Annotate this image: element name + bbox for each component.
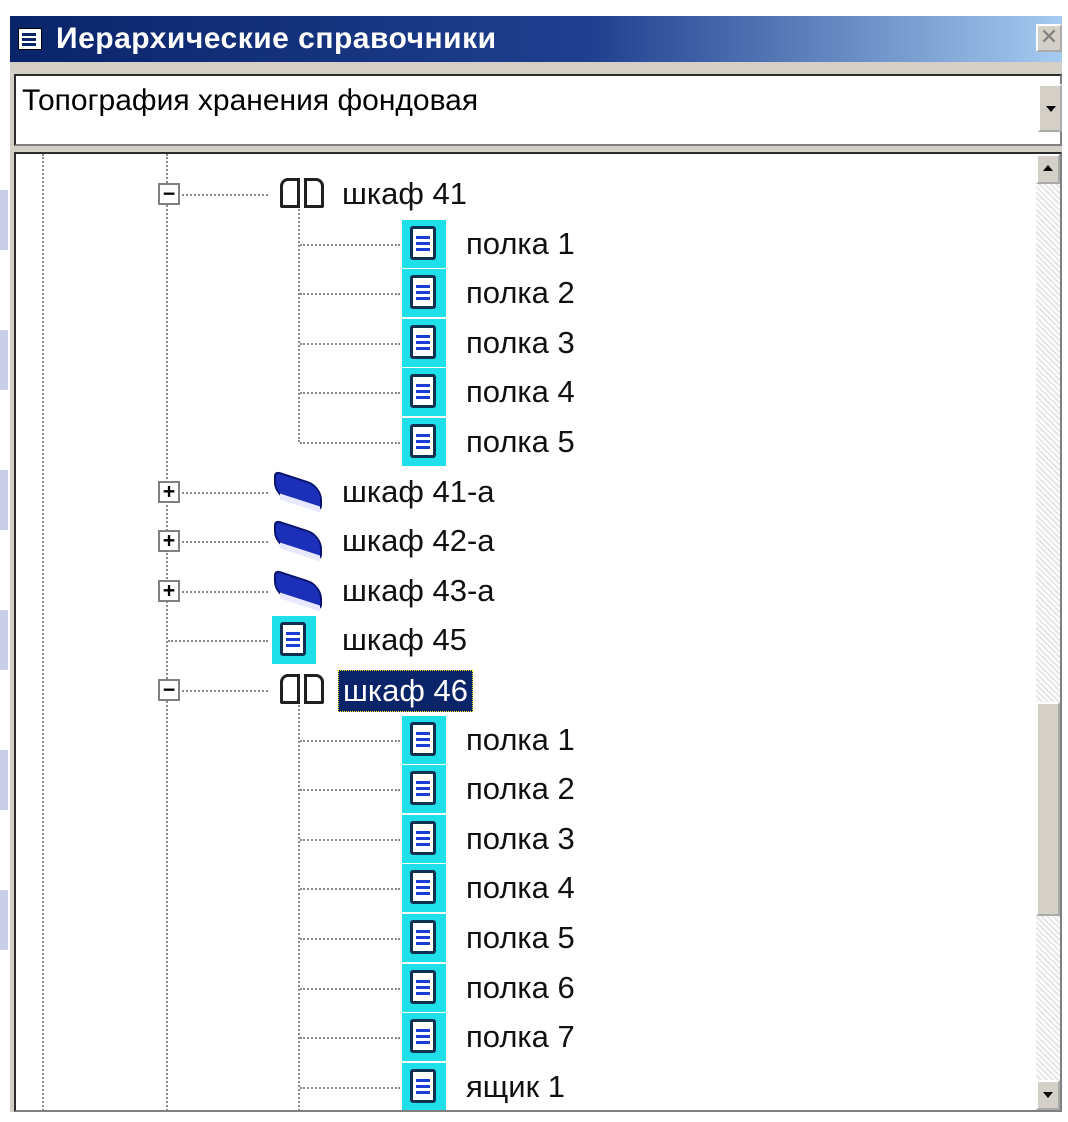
document-icon bbox=[402, 219, 446, 268]
tree-line bbox=[300, 888, 400, 891]
document-icon bbox=[402, 765, 446, 814]
directory-combobox[interactable]: Топография хранения фондовая bbox=[14, 74, 1062, 146]
document-icon bbox=[402, 418, 446, 466]
tree-line bbox=[178, 491, 268, 494]
document-icon bbox=[402, 1062, 446, 1110]
tree-node-label[interactable]: полка 4 bbox=[462, 868, 579, 908]
collapse-minus-icon[interactable]: − bbox=[158, 183, 180, 205]
document-icon bbox=[402, 318, 446, 367]
window-title: Иерархические справочники bbox=[56, 22, 497, 55]
tree-node-label[interactable]: шкаф 46 bbox=[338, 670, 473, 712]
document-icon bbox=[402, 864, 446, 913]
tree-line bbox=[300, 392, 400, 395]
document-icon bbox=[402, 914, 446, 962]
document-icon bbox=[402, 368, 446, 417]
document-icon bbox=[402, 814, 446, 863]
tree-line bbox=[178, 590, 268, 593]
scroll-up-button[interactable] bbox=[1036, 154, 1060, 184]
tree-node-label[interactable]: шкаф 42-а bbox=[338, 521, 499, 561]
tree-line bbox=[178, 541, 268, 544]
tree-node-label[interactable]: ящик 1 bbox=[462, 1067, 569, 1107]
tree-node-label[interactable]: полка 3 bbox=[462, 323, 579, 363]
document-icon bbox=[402, 269, 446, 318]
tree-line bbox=[300, 293, 400, 296]
closed-book-icon bbox=[270, 521, 326, 561]
open-book-icon bbox=[278, 174, 328, 214]
dropdown-arrow-icon[interactable] bbox=[1038, 84, 1062, 132]
tree-view[interactable]: − шкаф 41 полка 1 полка 2 полка 3 полка 4 полк… bbox=[14, 152, 1062, 1112]
tree-line bbox=[300, 342, 400, 345]
tree-line bbox=[168, 640, 268, 643]
scroll-down-button[interactable] bbox=[1036, 1080, 1060, 1110]
scroll-thumb[interactable] bbox=[1036, 702, 1060, 916]
tree-line bbox=[300, 739, 400, 742]
document-icon bbox=[402, 1013, 446, 1062]
vertical-scrollbar[interactable] bbox=[1036, 154, 1060, 1110]
tree-node-label[interactable]: шкаф 41-а bbox=[338, 472, 499, 512]
tree-line bbox=[300, 442, 400, 444]
tree-node-label[interactable]: полка 4 bbox=[462, 372, 579, 412]
tree-line bbox=[298, 198, 300, 442]
tree-node-label[interactable]: полка 5 bbox=[462, 918, 579, 958]
tree-node-label[interactable]: полка 2 bbox=[462, 769, 579, 809]
tree-node-label[interactable]: шкаф 43-а bbox=[338, 571, 499, 611]
document-icon bbox=[402, 715, 446, 764]
tree-node-label[interactable]: шкаф 45 bbox=[338, 620, 471, 660]
title-bar[interactable]: Иерархические справочники ✕ bbox=[10, 16, 1062, 62]
document-icon bbox=[402, 963, 446, 1012]
tree-line bbox=[178, 194, 268, 196]
tree-line bbox=[300, 243, 400, 246]
tree-line bbox=[300, 938, 400, 940]
document-icon bbox=[272, 616, 316, 665]
tree-line bbox=[298, 694, 300, 1110]
tree-node-label[interactable]: полка 5 bbox=[462, 422, 579, 462]
window-icon bbox=[18, 28, 42, 50]
collapse-minus-icon[interactable]: − bbox=[158, 679, 180, 701]
tree-node-label[interactable]: полка 6 bbox=[462, 968, 579, 1008]
tree-node-label[interactable]: полка 2 bbox=[462, 273, 579, 313]
closed-book-icon bbox=[270, 472, 326, 512]
expand-plus-icon[interactable]: + bbox=[158, 579, 180, 602]
tree-node-label[interactable]: полка 1 bbox=[462, 224, 579, 264]
combobox-value: Топография хранения фондовая bbox=[22, 84, 479, 117]
tree-node-label[interactable]: полка 3 bbox=[462, 819, 579, 859]
hierarchical-directories-window: Иерархические справочники ✕ Топография х… bbox=[8, 14, 1064, 1114]
expand-plus-icon[interactable]: + bbox=[158, 480, 180, 503]
tree-line bbox=[300, 1037, 400, 1040]
tree-node-label[interactable]: полка 7 bbox=[462, 1017, 579, 1057]
expand-plus-icon[interactable]: + bbox=[158, 530, 180, 553]
tree-line bbox=[178, 690, 268, 692]
tree-line bbox=[166, 154, 168, 1110]
close-button[interactable]: ✕ bbox=[1036, 24, 1062, 52]
tree-line bbox=[300, 1086, 400, 1089]
tree-line bbox=[300, 838, 400, 841]
tree-line bbox=[300, 987, 400, 990]
tree-node-label[interactable]: шкаф 41 bbox=[338, 174, 471, 214]
tree-node-label[interactable]: полка 1 bbox=[462, 720, 579, 760]
tree-line bbox=[300, 789, 400, 792]
tree-line bbox=[42, 154, 44, 1110]
closed-book-icon bbox=[270, 571, 326, 611]
open-book-icon bbox=[278, 670, 328, 710]
